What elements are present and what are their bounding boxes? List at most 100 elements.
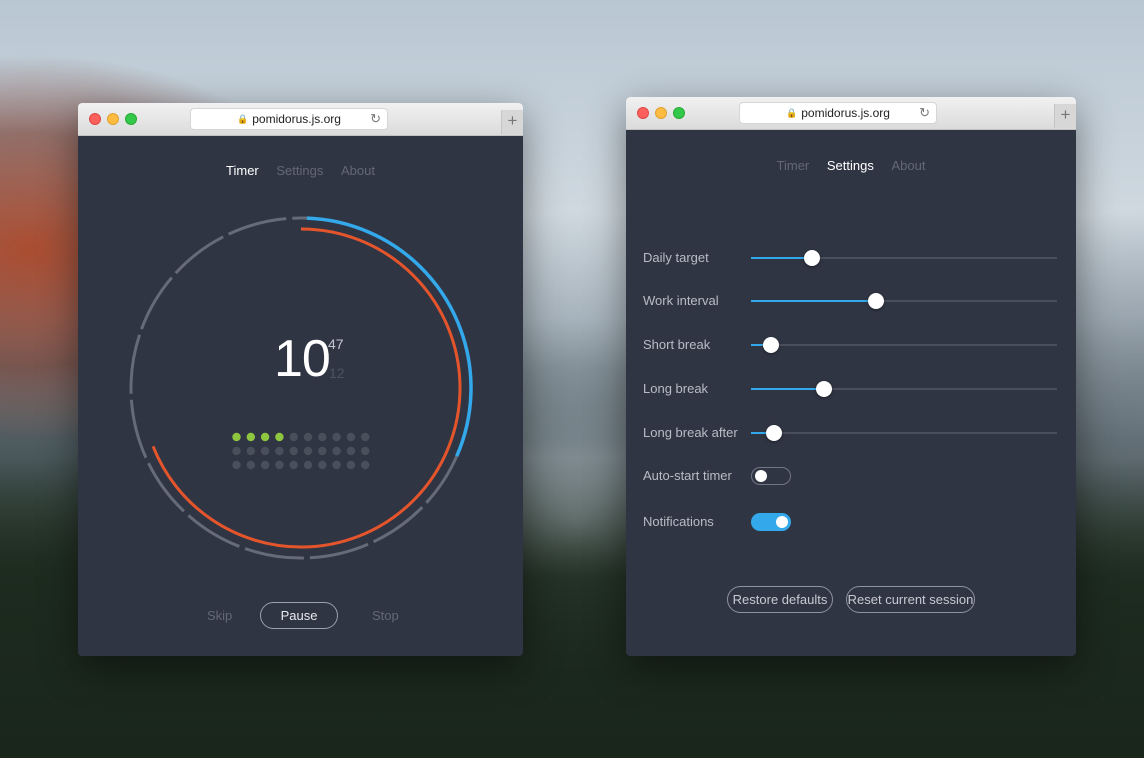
pending-pomodoro-dot [361, 460, 370, 470]
plus-icon: + [507, 111, 518, 130]
setting-daily-target: Daily target [626, 246, 1076, 270]
pending-pomodoro-dot [289, 446, 298, 456]
address-bar[interactable]: 🔒 pomidorus.js.org ↻ [739, 102, 937, 124]
setting-label: Daily target [643, 250, 709, 265]
url-text: pomidorus.js.org [801, 106, 890, 120]
timer-window: 🔒 pomidorus.js.org ↻ + Timer Settings Abo… [78, 103, 523, 656]
slider-knob[interactable] [804, 250, 821, 266]
pending-pomodoro-dot [332, 432, 341, 442]
setting-label: Notifications [643, 514, 714, 529]
pending-pomodoro-dot [303, 460, 313, 470]
pending-pomodoro-dot [332, 460, 341, 470]
pending-pomodoro-dot [289, 460, 298, 470]
minimize-window-button[interactable] [107, 113, 119, 125]
title-bar: 🔒 pomidorus.js.org ↻ + [626, 97, 1076, 130]
setting-short-break: Short break [626, 333, 1076, 357]
pending-pomodoro-dot [275, 460, 284, 470]
setting-notifications: Notifications [626, 510, 1076, 534]
completed-pomodoro-dot [232, 432, 241, 442]
nav-about[interactable]: About [892, 158, 926, 173]
slider-knob[interactable] [765, 425, 782, 441]
reload-icon[interactable]: ↻ [919, 103, 930, 123]
pending-pomodoro-dot [332, 446, 341, 456]
slider-fill [751, 388, 825, 390]
work-interval-slider[interactable] [751, 293, 1057, 309]
plus-icon: + [1060, 105, 1071, 124]
pending-pomodoro-dot [303, 432, 313, 442]
setting-label: Auto-start timer [643, 468, 732, 483]
reset-session-button[interactable]: Reset current session [846, 586, 975, 613]
title-bar: 🔒 pomidorus.js.org ↻ + [78, 103, 523, 136]
pending-pomodoro-dot [361, 432, 370, 442]
pending-pomodoro-dot [303, 446, 313, 456]
auto-start-toggle[interactable] [751, 467, 791, 485]
pending-pomodoro-dot [318, 432, 327, 442]
new-tab-button[interactable]: + [1054, 104, 1076, 128]
timer-secondary-value: 12 [329, 365, 345, 381]
close-window-button[interactable] [89, 113, 101, 125]
pause-button[interactable]: Pause [260, 602, 338, 629]
restore-defaults-button[interactable]: Restore defaults [727, 586, 833, 613]
stop-button[interactable]: Stop [372, 608, 399, 623]
timer-seconds: 47 [328, 336, 344, 352]
lock-icon: 🔒 [237, 114, 249, 124]
slider-knob[interactable] [868, 293, 885, 309]
long-break-slider[interactable] [751, 381, 1057, 397]
pending-pomodoro-dot [318, 460, 327, 470]
completed-pomodoro-dot [275, 432, 284, 442]
setting-long-break-after: Long break after [626, 421, 1076, 445]
slider-fill [751, 300, 877, 302]
notifications-toggle[interactable] [751, 513, 791, 531]
timer-controls: Skip Pause Stop [78, 602, 523, 630]
pending-pomodoro-dot [260, 446, 270, 456]
close-window-button[interactable] [637, 107, 649, 119]
app-nav: Timer Settings About [78, 163, 523, 178]
pending-pomodoro-dot [232, 446, 241, 456]
reload-icon[interactable]: ↻ [370, 109, 381, 129]
slider-knob[interactable] [762, 337, 779, 353]
skip-button[interactable]: Skip [207, 608, 232, 623]
nav-settings[interactable]: Settings [827, 158, 874, 173]
nav-timer[interactable]: Timer [226, 163, 259, 178]
timer-minutes: 10 [274, 330, 331, 388]
app-nav: Timer Settings About [626, 158, 1076, 173]
nav-settings[interactable]: Settings [276, 163, 323, 178]
nav-timer[interactable]: Timer [777, 158, 810, 173]
zoom-window-button[interactable] [125, 113, 137, 125]
new-tab-button[interactable]: + [501, 110, 523, 134]
minimize-window-button[interactable] [655, 107, 667, 119]
setting-label: Short break [643, 337, 711, 352]
pending-pomodoro-dot [346, 446, 356, 456]
setting-label: Long break after [643, 425, 738, 440]
lock-icon: 🔒 [786, 108, 798, 118]
url-text: pomidorus.js.org [252, 112, 341, 126]
completed-pomodoro-dot [260, 432, 270, 442]
pending-pomodoro-dot [361, 446, 370, 456]
pending-pomodoro-dot [246, 460, 255, 470]
completed-pomodoro-dot [246, 432, 255, 442]
slider-fill [751, 257, 813, 259]
slider-knob[interactable] [816, 381, 833, 397]
setting-auto-start: Auto-start timer [626, 464, 1076, 488]
setting-work-interval: Work interval [626, 289, 1076, 313]
pomodoro-dots [232, 432, 370, 470]
pending-pomodoro-dot [275, 446, 284, 456]
toggle-knob [755, 470, 767, 482]
settings-window: 🔒 pomidorus.js.org ↻ + Timer Settings Abo… [626, 97, 1076, 656]
pending-pomodoro-dot [346, 460, 356, 470]
pending-pomodoro-dot [318, 446, 327, 456]
daily-target-slider[interactable] [751, 250, 1057, 266]
nav-about[interactable]: About [341, 163, 375, 178]
zoom-window-button[interactable] [673, 107, 685, 119]
pending-pomodoro-dot [260, 460, 270, 470]
setting-label: Work interval [643, 293, 719, 308]
toggle-knob [776, 516, 788, 528]
pending-pomodoro-dot [232, 460, 241, 470]
pending-pomodoro-dot [289, 432, 298, 442]
setting-label: Long break [643, 381, 709, 396]
address-bar[interactable]: 🔒 pomidorus.js.org ↻ [190, 108, 388, 130]
short-break-slider[interactable] [751, 337, 1057, 353]
pending-pomodoro-dot [246, 446, 255, 456]
setting-long-break: Long break [626, 377, 1076, 401]
long-break-after-slider[interactable] [751, 425, 1057, 441]
